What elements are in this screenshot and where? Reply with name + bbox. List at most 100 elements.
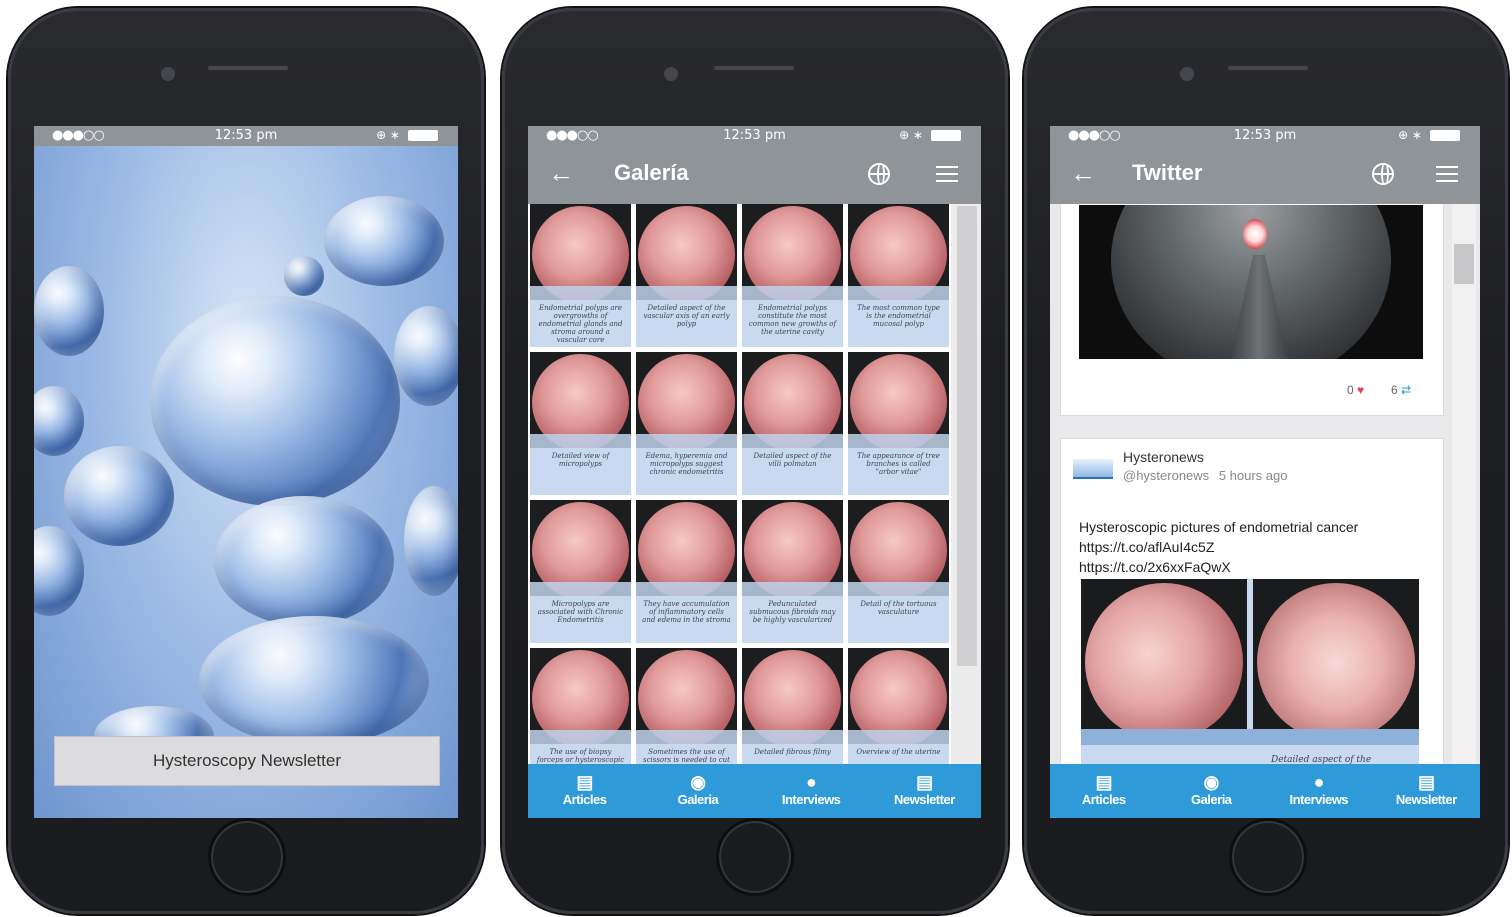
globe-icon[interactable] [868, 163, 890, 185]
tweet-image[interactable] [1079, 205, 1423, 359]
thumbnail-band [530, 286, 631, 300]
gallery-caption: Micropolyps are associated with Chronic … [537, 600, 624, 624]
tab-label: Newsletter [1395, 792, 1457, 807]
hamburger-menu-icon[interactable] [1436, 166, 1458, 182]
light-spot [1243, 219, 1267, 249]
bluetooth-icon: ⊕ ∗ [376, 128, 400, 142]
tweet-card[interactable]: Hysteronews @hysteronews 5 hours ago Hys… [1060, 438, 1444, 764]
gallery-item[interactable]: The most common type is the endometrial … [848, 204, 949, 347]
gallery-caption: Edema, hyperemia and micropolyps suggest… [645, 452, 728, 476]
retweet-icon: ⇄ [1401, 383, 1412, 397]
gallery-item[interactable]: Detailed view of micropolyps [530, 352, 631, 495]
tab-newsletter[interactable]: ▤ Newsletter [868, 764, 981, 818]
navigation-bar: ← Galería [528, 146, 981, 204]
tweet-card[interactable]: 0 ♥ 6 ⇄ [1060, 204, 1444, 416]
gallery-scrollbar[interactable] [957, 206, 977, 666]
tweet-handle[interactable]: @hysteronews [1123, 468, 1209, 483]
thumbnail-band [742, 730, 843, 744]
gallery-thumbnail [636, 352, 737, 448]
home-button[interactable] [716, 818, 794, 896]
page-title: Galería [614, 160, 689, 185]
back-arrow-icon[interactable]: ← [1070, 158, 1096, 189]
gallery-item[interactable]: Overview of the uterine [848, 648, 949, 764]
tab-articles[interactable]: ▤ Articles [528, 764, 641, 818]
bubble [284, 256, 324, 296]
person-icon: ● [1313, 772, 1325, 792]
gallery-thumbnail [530, 500, 631, 596]
bubble [150, 296, 400, 506]
gallery-item[interactable]: Endometrial polyps are overgrowths of en… [530, 204, 631, 347]
gallery-item[interactable]: Detailed aspect of the villi polmatan [742, 352, 843, 495]
gallery-caption: The most common type is the endometrial … [857, 304, 940, 328]
newsletter-icon: ▤ [916, 772, 933, 792]
feed-scrollbar-thumb[interactable] [1454, 244, 1474, 284]
tab-interviews[interactable]: ● Interviews [755, 764, 868, 818]
navigation-bar: ← Twitter [1050, 146, 1480, 204]
gallery-caption: Detailed aspect of the villi polmatan [753, 452, 832, 468]
tab-label: Articles [562, 792, 607, 807]
tab-label: Newsletter [894, 792, 955, 807]
bubble [199, 616, 429, 746]
hysteroscopy-newsletter-button[interactable]: Hysteroscopy Newsletter [54, 736, 440, 786]
twitter-feed: 0 ♥ 6 ⇄ Hysteronews @hysteronews 5 hours… [1050, 204, 1480, 764]
screen-twitter: ●●●○○ 12:53 pm ⊕ ∗ ← Twitter 0 ♥ 6 ⇄ Hys… [1050, 126, 1480, 818]
tab-label: Galeria [677, 792, 719, 807]
gallery-thumbnail [742, 352, 843, 448]
gallery-item[interactable]: Detailed aspect of the vascular axis of … [636, 204, 737, 347]
gallery-caption: They have accumulation of inflammatory c… [642, 600, 731, 624]
tab-galeria[interactable]: ◉ Galeria [1158, 764, 1266, 818]
earpiece-speaker [208, 66, 288, 70]
gallery-item[interactable]: Sometimes the use of scissors is needed … [636, 648, 737, 764]
bubble [34, 266, 104, 356]
gallery-item[interactable]: They have accumulation of inflammatory c… [636, 500, 737, 643]
retweet-count[interactable]: 6 ⇄ [1391, 383, 1411, 397]
photo-right [1253, 579, 1419, 729]
newsletter-icon: ▤ [1417, 772, 1435, 792]
back-arrow-icon[interactable]: ← [548, 158, 574, 189]
gallery-item[interactable]: The appearance of tree branches is calle… [848, 352, 949, 495]
thumbnail-band [530, 434, 631, 448]
gallery-item[interactable]: Detail of the tortuous vasculature [848, 500, 949, 643]
like-number: 0 [1347, 383, 1354, 397]
gallery-item[interactable]: Edema, hyperemia and micropolyps suggest… [636, 352, 737, 495]
tab-articles[interactable]: ▤ Articles [1050, 764, 1158, 818]
camera-icon: ◉ [1203, 772, 1220, 792]
thumbnail-band [742, 286, 843, 300]
home-button[interactable] [1229, 818, 1307, 896]
heart-icon: ♥ [1357, 383, 1365, 397]
gallery-item[interactable]: Micropolyps are associated with Chronic … [530, 500, 631, 643]
tab-newsletter[interactable]: ▤ Newsletter [1373, 764, 1481, 818]
tab-interviews[interactable]: ● Interviews [1265, 764, 1373, 818]
globe-icon[interactable] [1372, 163, 1394, 185]
tweet-image[interactable]: Detailed aspect of the [1081, 579, 1419, 764]
tweet-link[interactable]: https://t.co/2x6xxFaQwX [1079, 557, 1358, 577]
person-icon: ● [805, 772, 817, 792]
gallery-item[interactable]: Endometrial polyps constitute the most c… [742, 204, 843, 347]
hamburger-menu-icon[interactable] [936, 166, 958, 182]
home-button[interactable] [208, 818, 286, 896]
phone-frame-newsletter-splash: ●●●○○ 12:53 pm ⊕ ∗ Hysteroscopy Newslett… [8, 8, 484, 914]
thumbnail-band [530, 730, 631, 744]
gallery-thumbnail [530, 204, 631, 300]
gallery-thumbnail [742, 648, 843, 744]
endoscopic-view [1257, 583, 1415, 729]
gallery-item[interactable]: The use of biopsy forceps or hysteroscop… [530, 648, 631, 764]
gallery-grid: Endometrial polyps are overgrowths of en… [528, 204, 951, 764]
thumbnail-band [636, 730, 737, 744]
gallery-item[interactable]: Detailed fibrous filmy [742, 648, 843, 764]
gallery-item[interactable]: Pedunculated submucous fibroids may be h… [742, 500, 843, 643]
tweet-author[interactable]: Hysteronews [1123, 449, 1204, 465]
retweet-number: 6 [1391, 383, 1398, 397]
status-bar: ●●●○○ 12:53 pm ⊕ ∗ [1050, 126, 1480, 146]
feed-scrollbar-track [1452, 204, 1476, 764]
bubbles-background-image [34, 146, 458, 818]
thumbnail-band [848, 730, 949, 744]
bluetooth-icon: ⊕ ∗ [899, 128, 923, 142]
tab-galeria[interactable]: ◉ Galeria [641, 764, 754, 818]
gallery-caption: Detailed view of micropolyps [551, 452, 610, 468]
like-count[interactable]: 0 ♥ [1347, 383, 1364, 397]
tweet-link[interactable]: https://t.co/aflAuI4c5Z [1079, 537, 1358, 557]
endoscopic-view [1085, 583, 1243, 729]
image-caption-band [1081, 729, 1419, 745]
battery-icon [931, 130, 961, 141]
